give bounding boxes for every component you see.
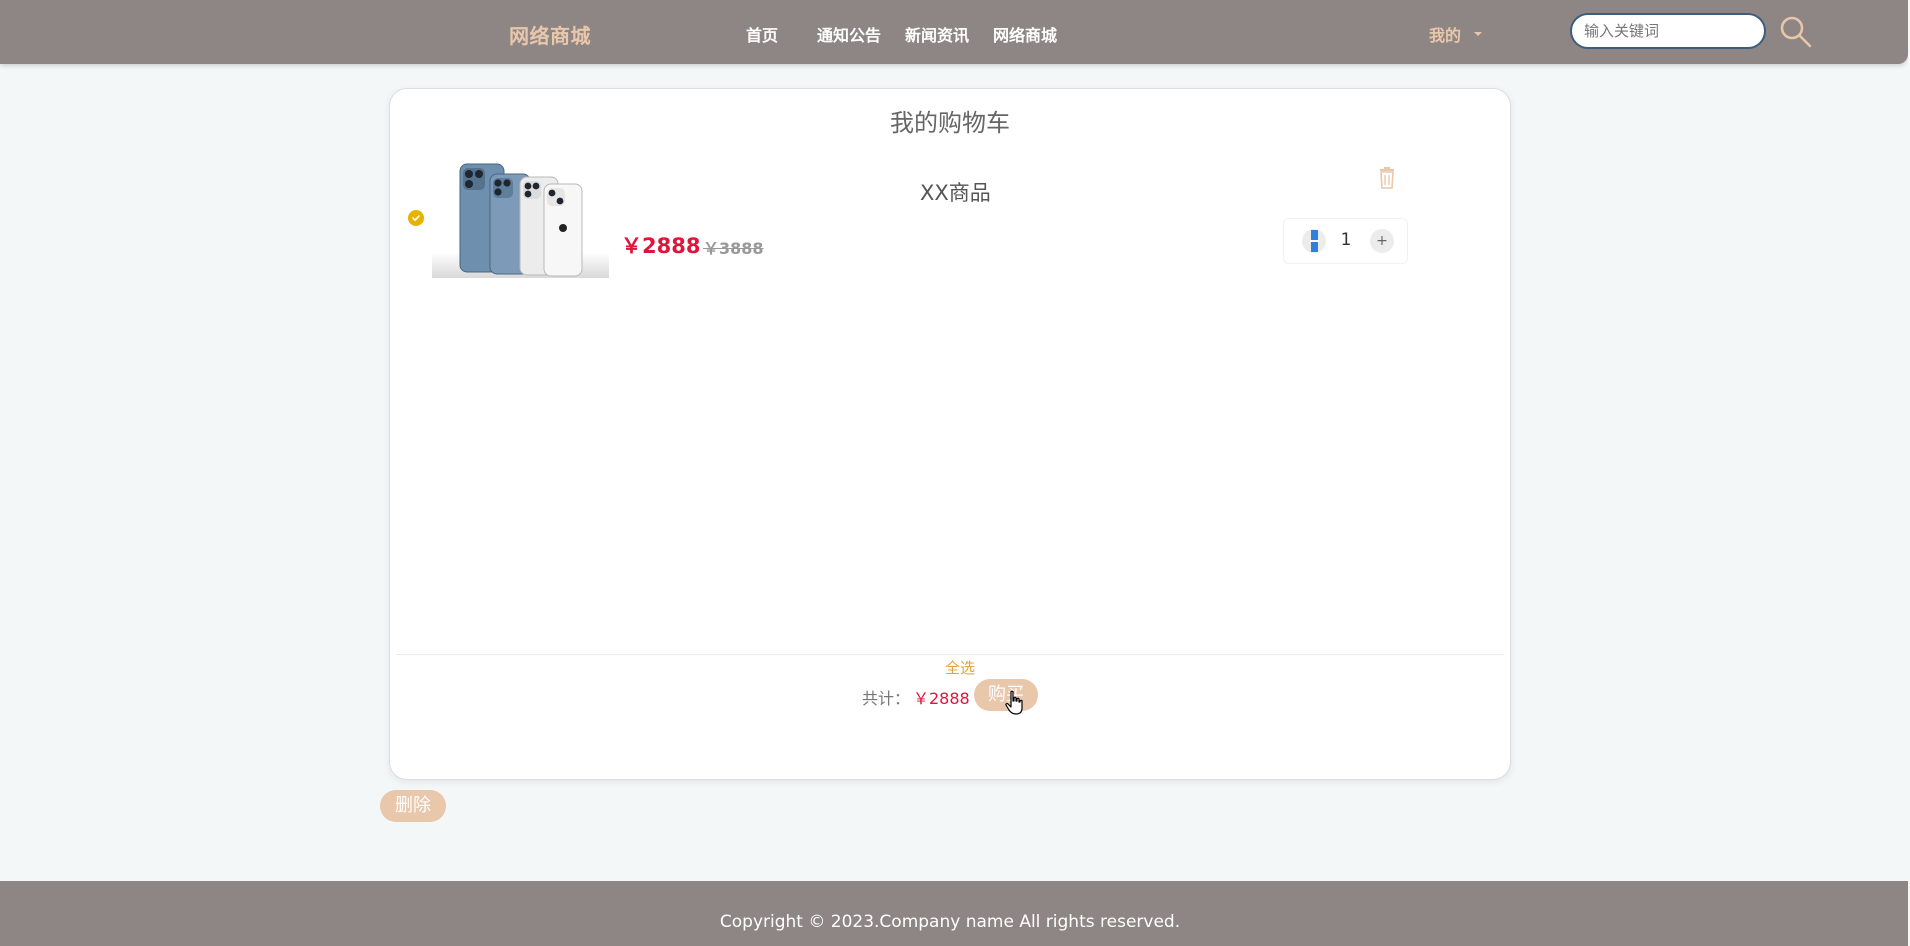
nav-home[interactable]: 首页 — [746, 22, 778, 46]
plus-icon: + — [1376, 233, 1388, 249]
select-all-toggle[interactable]: 全选 — [945, 657, 975, 678]
product-price: ￥2888 — [621, 234, 701, 258]
hand-cursor-icon — [1005, 690, 1025, 720]
nav-notices[interactable]: 通知公告 — [817, 22, 881, 46]
divider — [396, 654, 1504, 655]
user-menu[interactable]: 我的 — [1429, 22, 1461, 46]
check-icon — [412, 215, 420, 221]
page-title: 我的购物车 — [890, 109, 1010, 137]
copyright-text: Copyright © 2023.Company name All rights… — [719, 912, 1181, 932]
decrease-quantity-button[interactable] — [1302, 229, 1326, 253]
nav-shop[interactable]: 网络商城 — [993, 22, 1057, 46]
total-label: 共计： — [862, 689, 911, 708]
quantity-value[interactable]: 1 — [1336, 230, 1356, 250]
quantity-stepper: 1 + — [1283, 218, 1408, 264]
total-amount: ￥2888 — [913, 689, 970, 708]
minus-icon — [1310, 240, 1319, 242]
search-icon[interactable] — [1779, 15, 1813, 49]
search-input[interactable] — [1570, 13, 1766, 49]
product-original-price: ￥3888 — [703, 239, 764, 258]
delete-button[interactable]: 删除 — [380, 790, 446, 822]
product-name[interactable]: XX商品 — [920, 177, 991, 207]
item-checkbox[interactable] — [408, 210, 424, 226]
nav-news[interactable]: 新闻资讯 — [905, 22, 969, 46]
chevron-down-icon[interactable] — [1474, 32, 1482, 36]
site-brand[interactable]: 网络商城 — [509, 20, 591, 49]
trash-icon[interactable] — [1377, 166, 1397, 190]
footer: Copyright © 2023.Company name All rights… — [0, 881, 1908, 946]
increase-quantity-button[interactable]: + — [1370, 229, 1394, 253]
top-navbar: 网络商城 首页 通知公告 新闻资讯 网络商城 我的 — [0, 0, 1908, 64]
product-image[interactable] — [432, 162, 609, 278]
cart-panel: 我的购物车 XX商品 ￥2888 ￥3888 1 + 全选 共计： ￥2888 … — [389, 88, 1511, 780]
